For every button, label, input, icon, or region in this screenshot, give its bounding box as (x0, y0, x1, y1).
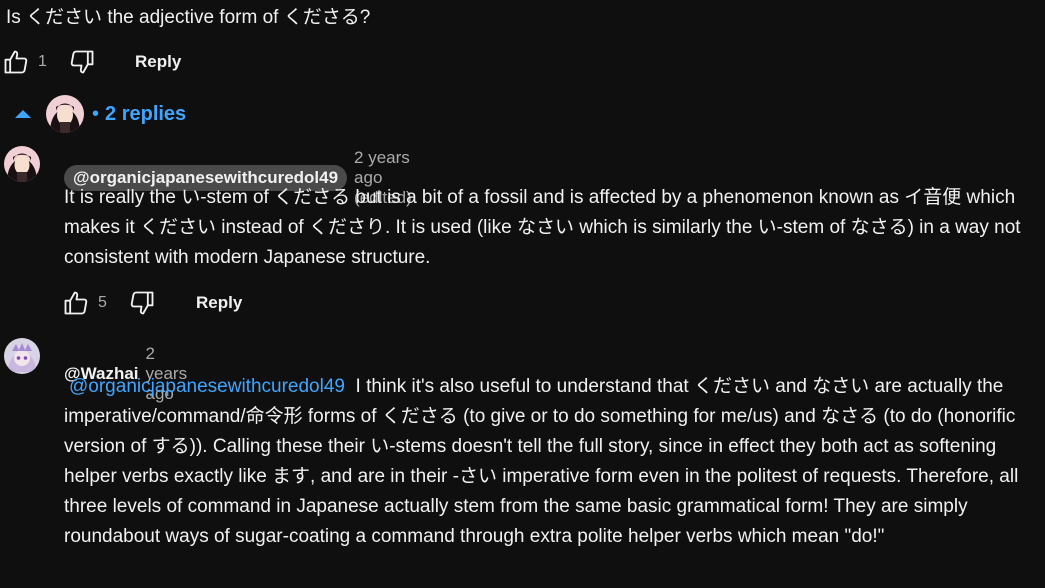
avatar (46, 95, 84, 133)
reply-body: I think it's also useful to understand t… (64, 376, 1019, 547)
thumbs-down-icon[interactable] (128, 289, 156, 317)
reply-text: It is really the い-stem of くださる but is a… (64, 187, 1021, 268)
reply-1-actions: 5 Reply (62, 285, 242, 321)
replies-toggle[interactable]: • 2 replies (10, 94, 186, 134)
thumbs-down-icon[interactable] (68, 48, 96, 76)
replies-count-link[interactable]: 2 replies (105, 103, 186, 126)
reply-button[interactable]: Reply (196, 293, 242, 313)
parent-comment-actions: 1 Reply (2, 44, 181, 80)
like-count: 1 (38, 53, 47, 70)
reply-text: @organicjapanesewithcuredol49 I think it… (64, 372, 1034, 552)
thumbs-up-icon[interactable] (2, 48, 30, 76)
parent-comment-text: Is ください the adjective form of くださる? (6, 7, 371, 28)
avatar[interactable] (4, 338, 40, 374)
thumbs-up-icon[interactable] (62, 289, 90, 317)
replies-bullet: • (92, 102, 100, 125)
avatar[interactable] (4, 146, 40, 182)
caret-up-icon (15, 110, 31, 118)
like-count: 5 (98, 294, 107, 311)
comments-section: Is ください the adjective form of くださる? 1 Re… (0, 0, 1045, 588)
reply-button[interactable]: Reply (135, 52, 181, 72)
mention-link[interactable]: @organicjapanesewithcuredol49 (69, 376, 345, 397)
